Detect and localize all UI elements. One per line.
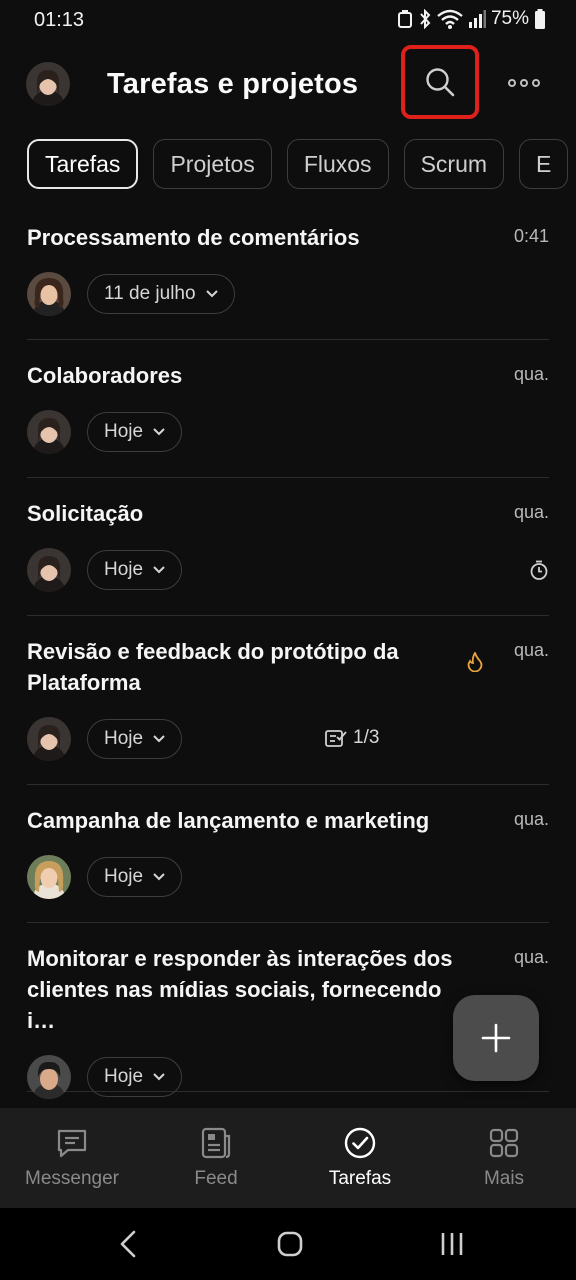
nav-messenger-label: Messenger [25, 1168, 119, 1189]
task-time: qua. [513, 809, 549, 829]
date-chip[interactable]: Hoje [87, 719, 183, 759]
chevron-down-icon [153, 428, 165, 436]
nav-mais[interactable]: Mais [432, 1108, 576, 1208]
date-chip[interactable]: 11 de julho [87, 274, 235, 314]
more-options-button[interactable] [506, 68, 542, 98]
plus-icon [481, 1023, 511, 1053]
assignee-avatar[interactable] [27, 410, 71, 454]
page-title: Tarefas e projetos [107, 68, 359, 100]
assignee-avatar[interactable] [27, 1055, 71, 1099]
task-time: qua. [513, 502, 549, 522]
task-time: qua. [513, 947, 549, 967]
wifi-icon [437, 9, 463, 29]
task-title: Colaboradores [27, 363, 183, 388]
task-row[interactable]: Campanha de lançamento e marketing qua. … [27, 785, 549, 923]
nav-mais-label: Mais [483, 1168, 525, 1189]
chevron-down-icon [153, 873, 165, 881]
chevron-down-icon [153, 1073, 165, 1081]
task-row[interactable]: Colaboradores qua. Hoje [27, 340, 549, 478]
task-title: Campanha de lançamento e marketing [27, 808, 430, 833]
task-time: qua. [513, 364, 549, 384]
tab-tarefas[interactable]: Tarefas [27, 139, 139, 189]
nav-feed[interactable]: Feed [144, 1108, 288, 1208]
date-chip-label: Hoje [104, 1066, 144, 1087]
chevron-down-icon [153, 566, 165, 574]
tab-more[interactable]: E [519, 139, 569, 189]
nav-feed-label: Feed [194, 1168, 238, 1189]
date-chip[interactable]: Hoje [87, 550, 183, 590]
status-time: 01:13 [34, 9, 85, 31]
tab-scrum[interactable]: Scrum [403, 139, 505, 189]
profile-avatar[interactable] [26, 62, 70, 106]
task-meta: Hoje [27, 855, 549, 899]
date-chip-label: Hoje [104, 559, 144, 580]
system-nav-bar [0, 1208, 576, 1280]
task-meta: Hoje [27, 410, 549, 454]
home-icon[interactable] [277, 1230, 303, 1258]
app-header: Tarefas e projetos [0, 44, 576, 128]
task-meta: Hoje [27, 548, 549, 592]
bluetooth-icon [420, 9, 431, 29]
timer-icon [530, 560, 548, 580]
nav-tarefas[interactable]: Tarefas [288, 1108, 432, 1208]
checklist-icon [325, 730, 347, 747]
filter-tabs: Tarefas Projetos Fluxos Scrum E [27, 139, 576, 191]
task-row[interactable]: Processamento de comentários 0:41 11 de … [27, 202, 549, 340]
date-chip[interactable]: Hoje [87, 1057, 183, 1097]
task-meta: 11 de julho [27, 272, 549, 316]
checklist-progress: 1/3 [325, 727, 379, 749]
assignee-avatar[interactable] [27, 717, 71, 761]
task-meta: Hoje 1/3 [27, 717, 549, 761]
back-icon[interactable] [118, 1230, 138, 1258]
task-time: 0:41 [513, 226, 549, 246]
task-title: Solicitação [27, 501, 144, 526]
date-chip[interactable]: Hoje [87, 857, 183, 897]
date-chip-label: Hoje [104, 728, 144, 749]
signal-icon [468, 10, 486, 28]
check-circle-icon [344, 1127, 376, 1159]
more-dot-icon [520, 79, 528, 87]
task-list: Processamento de comentários 0:41 11 de … [0, 202, 576, 1099]
search-button[interactable] [401, 45, 479, 119]
chevron-down-icon [205, 290, 218, 298]
task-row[interactable]: Solicitação qua. Hoje [27, 478, 549, 616]
task-title: Processamento de comentários [27, 225, 360, 250]
recycle-icon [397, 10, 412, 28]
battery-percent: 75% [490, 8, 529, 29]
status-icons: 75% [397, 8, 546, 30]
search-icon [426, 68, 455, 97]
status-bar: 01:13 75% [0, 0, 576, 40]
tab-projetos[interactable]: Projetos [153, 139, 272, 189]
checklist-count: 1/3 [353, 727, 380, 748]
tab-fluxos[interactable]: Fluxos [286, 139, 389, 189]
date-chip-label: 11 de julho [104, 283, 196, 304]
grid-icon [489, 1128, 519, 1158]
nav-tarefas-label: Tarefas [328, 1168, 392, 1189]
feed-icon [201, 1127, 231, 1159]
date-chip[interactable]: Hoje [87, 412, 183, 452]
date-chip-label: Hoje [104, 421, 144, 442]
fire-icon [467, 652, 483, 672]
date-chip-label: Hoje [104, 866, 144, 887]
task-row[interactable]: Revisão e feedback do protótipo da Plata… [27, 616, 549, 785]
assignee-avatar[interactable] [27, 548, 71, 592]
chevron-down-icon [153, 735, 165, 743]
assignee-avatar[interactable] [27, 272, 71, 316]
more-dot-icon [532, 79, 540, 87]
battery-icon [535, 9, 545, 29]
recents-icon[interactable] [440, 1230, 464, 1258]
nav-messenger[interactable]: Messenger [0, 1108, 144, 1208]
more-dot-icon [508, 79, 516, 87]
add-task-button[interactable] [453, 995, 539, 1081]
bottom-nav: Messenger Feed Tarefas Mais [0, 1108, 576, 1208]
assignee-avatar[interactable] [27, 855, 71, 899]
chat-icon [57, 1129, 87, 1158]
task-time: qua. [513, 640, 549, 660]
